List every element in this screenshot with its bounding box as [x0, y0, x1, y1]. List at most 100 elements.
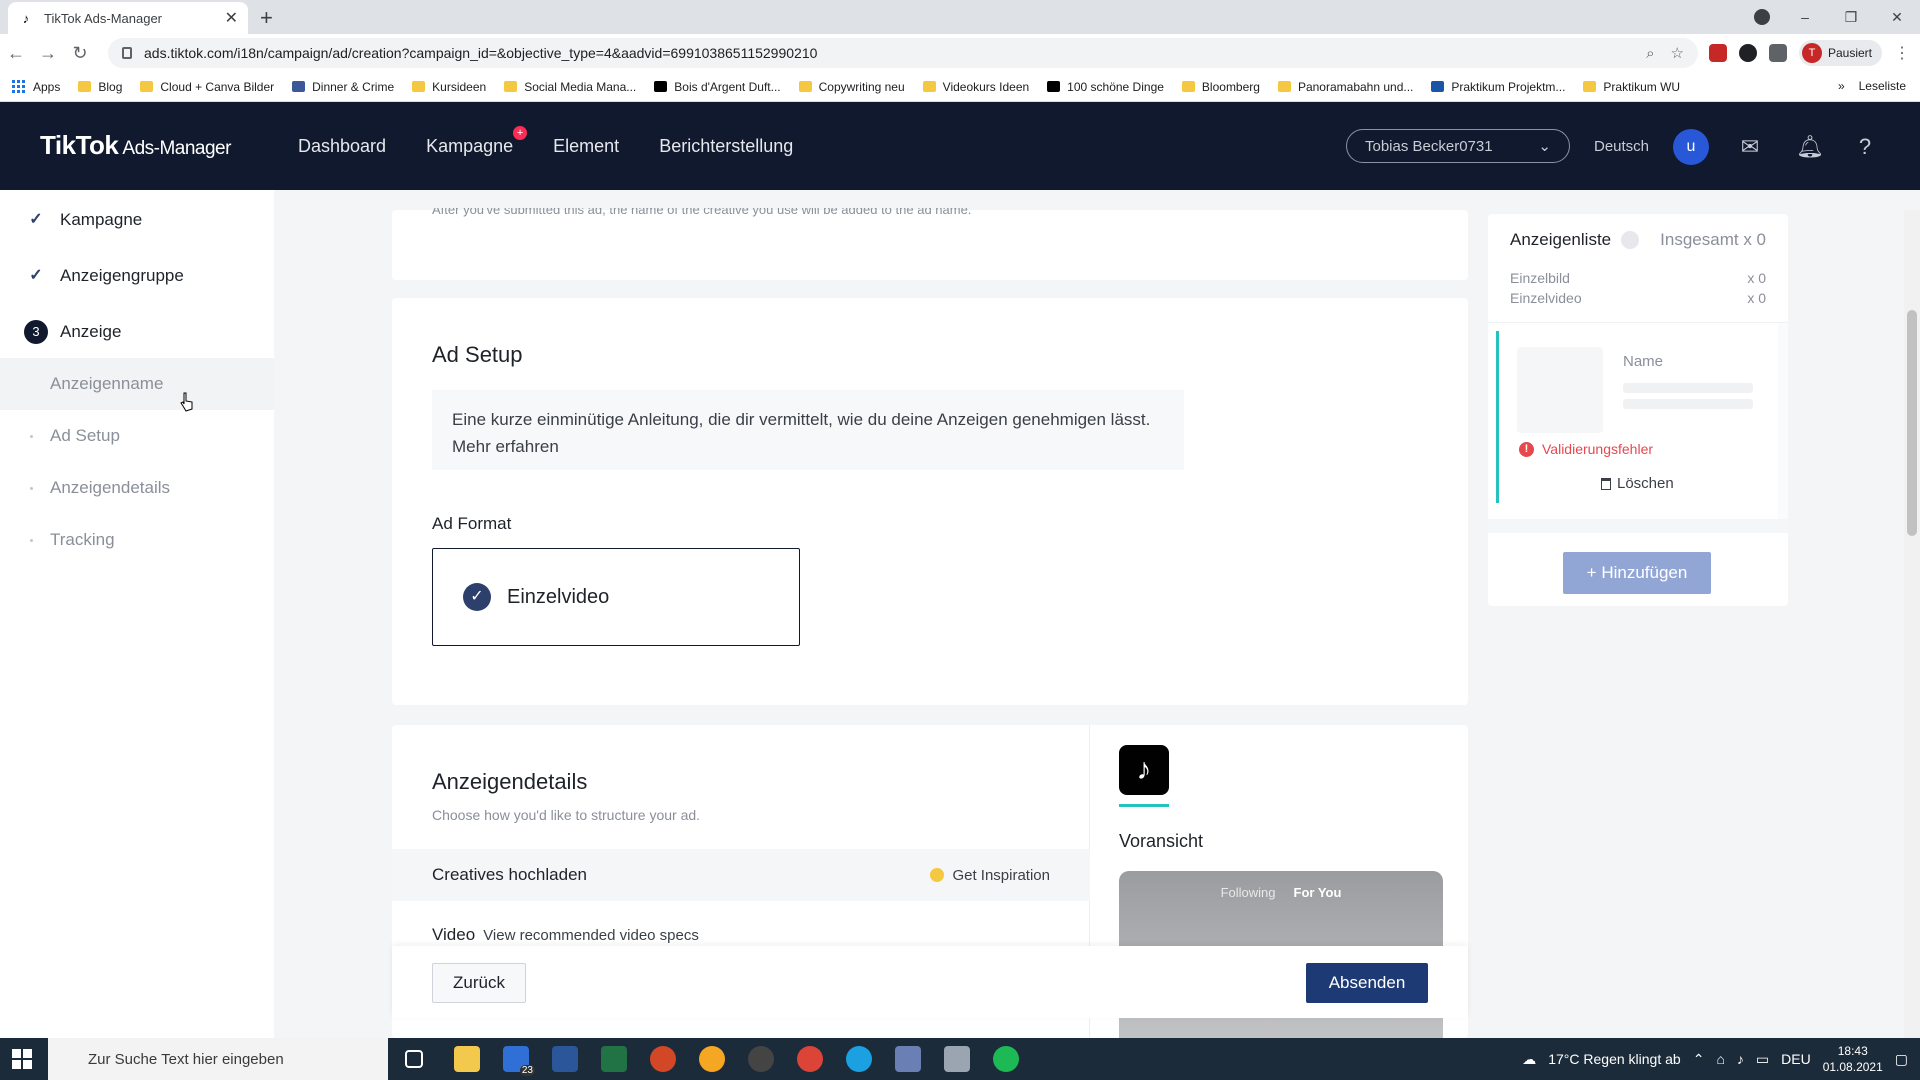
tray-chevron-icon[interactable]: ⌃ — [1693, 1051, 1705, 1068]
tiktok-ads-logo[interactable]: TikTok Ads-Manager — [40, 130, 231, 161]
input-language[interactable]: DEU — [1781, 1051, 1811, 1067]
more-bookmarks-icon[interactable]: » — [1838, 79, 1845, 93]
bookmark-item[interactable]: Kursideen — [412, 80, 486, 94]
excel-icon[interactable] — [601, 1046, 627, 1072]
list-vertical-scrollbar[interactable] — [1778, 323, 1788, 519]
clock[interactable]: 18:43 01.08.2021 — [1823, 1043, 1883, 1075]
tiktok-logo-icon[interactable]: ♪ — [1119, 745, 1169, 795]
app-icon[interactable] — [944, 1046, 970, 1072]
substep-anzeigenname[interactable]: Anzeigenname — [0, 358, 274, 410]
extension-grammarly-icon[interactable] — [1738, 44, 1757, 62]
nav-dashboard[interactable]: Dashboard — [298, 136, 386, 157]
spotify-icon[interactable] — [993, 1046, 1019, 1072]
step-anzeige[interactable]: 3 Anzeige — [24, 320, 121, 344]
bookmark-item[interactable]: Praktikum Projektm... — [1431, 80, 1565, 94]
substep-anzeigendetails[interactable]: Anzeigendetails — [0, 462, 274, 514]
help-icon[interactable] — [1621, 231, 1640, 249]
minimize-icon[interactable]: – — [1782, 9, 1828, 25]
weather-text[interactable]: 17°C Regen klingt ab — [1548, 1051, 1680, 1067]
nav-berichterstellung[interactable]: Berichterstellung — [659, 136, 793, 157]
nav-element[interactable]: Element — [553, 136, 619, 157]
extensions-puzzle-icon[interactable] — [1768, 44, 1787, 62]
apps-grid-icon — [12, 79, 26, 94]
help-icon[interactable]: ? — [1850, 132, 1880, 162]
bookmark-item[interactable]: Panoramabahn und... — [1277, 80, 1413, 94]
close-window-icon[interactable]: ✕ — [1874, 9, 1920, 26]
bookmark-item[interactable]: Dinner & Crime — [292, 80, 394, 94]
notification-dot-icon: + — [513, 126, 528, 140]
tab-search-icon[interactable] — [1754, 9, 1770, 25]
messages-icon[interactable]: ✉ — [1735, 132, 1765, 162]
step-kampagne[interactable]: ✓ Kampagne — [24, 208, 142, 232]
profile-button[interactable]: T Pausiert — [1798, 40, 1882, 66]
bookmark-apps[interactable]: Apps — [12, 79, 60, 94]
extension-red-icon[interactable] — [1708, 44, 1727, 62]
zoom-icon[interactable]: ⌕ — [1646, 45, 1654, 62]
browser-menu-icon[interactable]: ⋮ — [1894, 43, 1910, 63]
back-button[interactable]: Zurück — [432, 963, 526, 1003]
get-inspiration-link[interactable]: Get Inspiration — [930, 867, 1050, 884]
learn-more-link[interactable]: Mehr erfahren — [452, 437, 559, 456]
windows-start-icon[interactable] — [12, 1049, 32, 1069]
network-icon[interactable]: ⌂ — [1716, 1051, 1724, 1067]
site-icon — [654, 81, 668, 92]
file-explorer-icon[interactable] — [454, 1046, 480, 1072]
bookmark-item[interactable]: Cloud + Canva Bilder — [140, 80, 274, 94]
notifications-icon[interactable]: ▢ — [1895, 1051, 1908, 1068]
bookmark-star-icon[interactable]: ☆ — [1671, 44, 1684, 62]
add-ad-button[interactable]: + Hinzufügen — [1563, 552, 1711, 594]
account-selector[interactable]: Tobias Becker0731 ⌄ — [1346, 129, 1570, 163]
close-tab-icon[interactable]: ✕ — [225, 8, 238, 28]
preview-label: Voransicht — [1119, 831, 1204, 851]
details-subtitle: Choose how you'd like to structure your … — [432, 807, 701, 823]
browser-tab[interactable]: ♪ TikTok Ads-Manager ✕ — [8, 2, 248, 34]
delete-button[interactable]: Löschen — [1601, 475, 1674, 492]
bookmark-item[interactable]: Social Media Mana... — [504, 80, 636, 94]
url-text[interactable]: ads.tiktok.com/i18n/campaign/ad/creation… — [144, 45, 1630, 61]
bookmark-item[interactable]: Copywriting neu — [798, 80, 905, 94]
list-horizontal-scrollbar[interactable] — [1488, 519, 1788, 533]
app-icon[interactable] — [699, 1046, 725, 1072]
user-avatar[interactable]: u — [1673, 129, 1709, 165]
bookmark-item[interactable]: Bois d'Argent Duft... — [654, 80, 781, 94]
bell-icon[interactable]: 🔔︎ — [1795, 132, 1825, 162]
reading-list-button[interactable]: Leseliste — [1859, 79, 1906, 93]
new-tab-button[interactable]: + — [260, 5, 273, 31]
obs-icon[interactable] — [748, 1046, 774, 1072]
url-bar[interactable]: ads.tiktok.com/i18n/campaign/ad/creation… — [108, 38, 1698, 68]
back-icon[interactable]: ← — [0, 43, 32, 64]
bookmark-item[interactable]: Blog — [78, 80, 122, 94]
submit-button[interactable]: Absenden — [1306, 963, 1428, 1003]
substep-tracking[interactable]: Tracking — [0, 514, 274, 566]
format-option-einzelvideo[interactable]: ✓ Einzelvideo — [432, 548, 800, 646]
language-selector[interactable]: Deutsch — [1594, 138, 1649, 155]
substep-ad-setup[interactable]: Ad Setup — [0, 410, 274, 462]
lock-icon[interactable] — [122, 47, 132, 59]
weather-icon[interactable]: ☁ — [1522, 1051, 1536, 1068]
powerpoint-icon[interactable] — [650, 1046, 676, 1072]
chrome-icon[interactable] — [797, 1046, 823, 1072]
word-icon[interactable] — [552, 1046, 578, 1072]
reload-icon[interactable]: ↻ — [64, 43, 96, 64]
video-specs-link[interactable]: View recommended video specs — [483, 927, 699, 944]
bookmark-item[interactable]: 100 schöne Dinge — [1047, 80, 1164, 94]
forward-icon[interactable]: → — [32, 43, 64, 64]
taskbar-search[interactable]: Zur Suche Text hier eingeben — [48, 1038, 388, 1080]
task-view-icon[interactable] — [405, 1050, 423, 1068]
scrollbar-thumb[interactable] — [1907, 310, 1917, 536]
ad-list-item[interactable]: Name ! Validierungsfehler Löschen — [1496, 331, 1766, 503]
profile-status: Pausiert — [1827, 46, 1872, 60]
page-scrollbar[interactable] — [1904, 210, 1920, 1038]
edge-icon[interactable] — [846, 1046, 872, 1072]
step-anzeigengruppe[interactable]: ✓ Anzeigengruppe — [24, 264, 184, 288]
bookmark-item[interactable]: Videokurs Ideen — [922, 80, 1029, 94]
bookmark-item[interactable]: Praktikum WU — [1583, 80, 1680, 94]
nav-kampagne[interactable]: Kampagne + — [426, 126, 528, 157]
volume-icon[interactable]: ♪ — [1737, 1051, 1744, 1067]
bookmark-item[interactable]: Bloomberg — [1181, 80, 1260, 94]
mail-icon[interactable]: 23 — [503, 1046, 535, 1076]
keyboard-icon[interactable]: ▭ — [1756, 1051, 1769, 1068]
app-icon[interactable] — [895, 1046, 921, 1072]
profile-avatar: T — [1801, 43, 1822, 63]
restore-icon[interactable]: ❐ — [1828, 9, 1874, 26]
